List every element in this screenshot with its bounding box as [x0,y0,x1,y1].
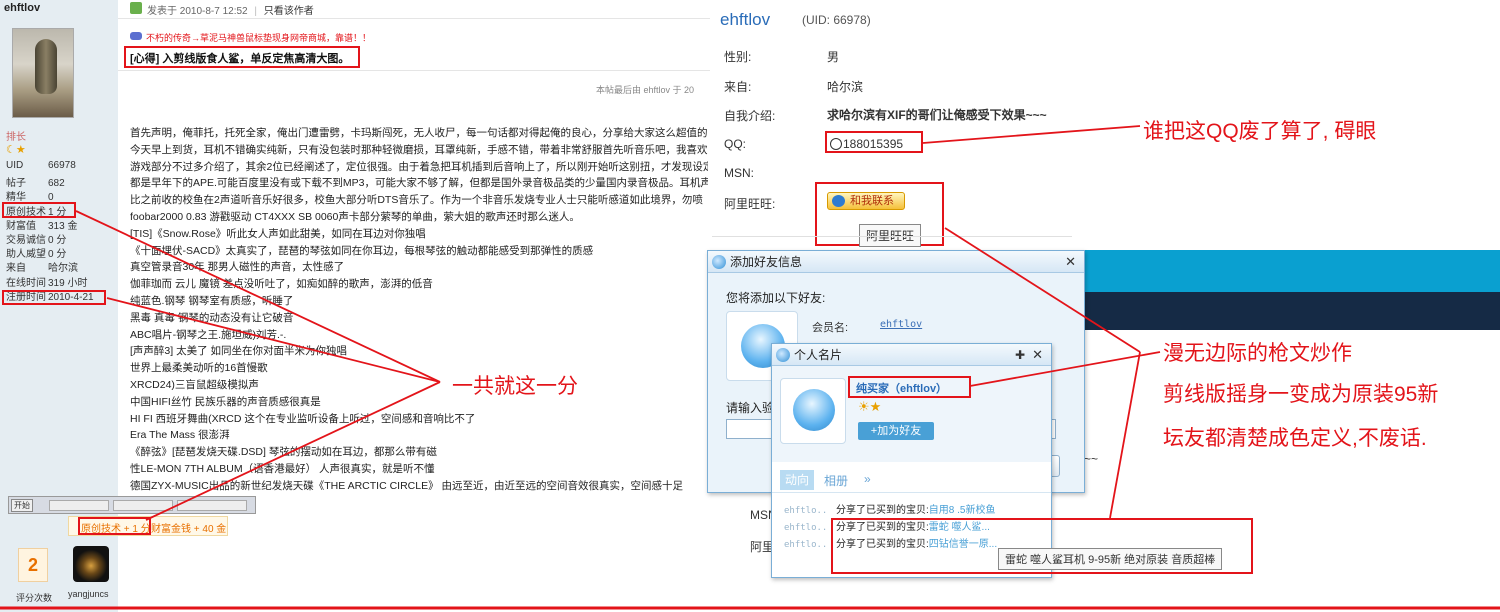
annotation-lines [0,125,1500,610]
